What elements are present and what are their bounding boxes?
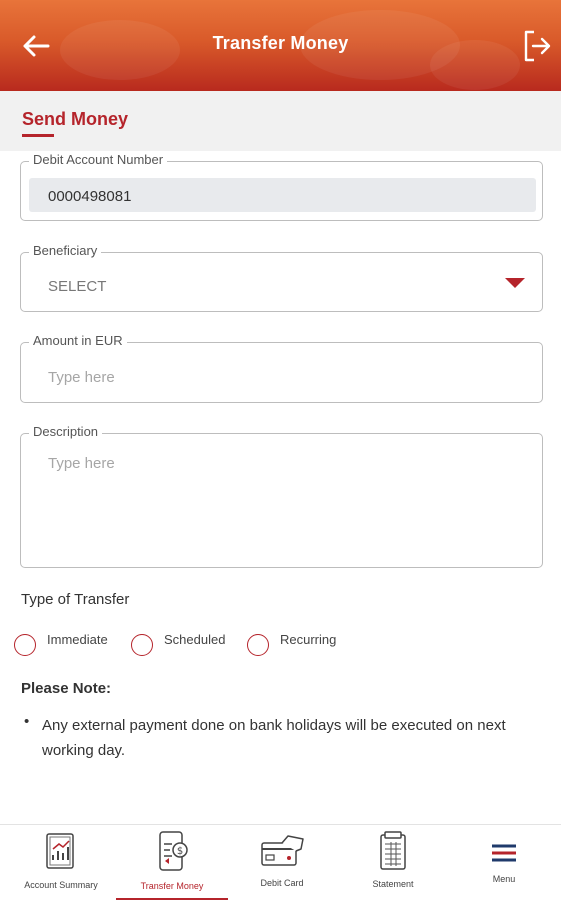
statement-icon	[380, 831, 406, 870]
dropdown-arrow-icon	[505, 278, 525, 288]
note-item: Any external payment done on bank holida…	[42, 717, 506, 759]
debit-account-value: 0000498081	[48, 188, 132, 205]
beneficiary-dropdown[interactable]: Beneficiary SELECT	[20, 243, 543, 312]
bottom-navigation: Account Summary $ Transfer Money Debit C…	[0, 824, 561, 900]
nav-label: Transfer Money	[140, 881, 204, 891]
nav-label: Statement	[372, 879, 414, 889]
radio-circle-icon[interactable]	[247, 634, 269, 656]
beneficiary-selected-value: SELECT	[48, 278, 107, 295]
tab-send-money[interactable]: Send Money	[22, 109, 128, 130]
nav-label: Menu	[492, 874, 516, 884]
account-summary-icon	[46, 833, 74, 869]
section-tab-bar: Send Money	[0, 91, 561, 151]
radio-scheduled-label: Scheduled	[164, 632, 226, 647]
radio-recurring-label: Recurring	[280, 632, 337, 647]
radio-recurring[interactable]: Recurring	[247, 630, 336, 658]
nav-debit-card[interactable]: Debit Card	[226, 825, 338, 900]
logout-icon	[524, 30, 551, 62]
active-tab-indicator	[22, 134, 54, 137]
bullet-icon: •	[24, 713, 30, 730]
logout-button[interactable]	[522, 29, 552, 63]
amount-placeholder: Type here	[48, 369, 115, 386]
description-placeholder: Type here	[48, 455, 115, 472]
nav-label: Debit Card	[260, 878, 304, 888]
radio-immediate[interactable]: Immediate	[14, 630, 108, 658]
beneficiary-label: Beneficiary	[29, 243, 102, 258]
page-title: Transfer Money	[212, 33, 349, 53]
debit-account-field[interactable]: Debit Account Number 0000498081	[20, 152, 543, 221]
amount-input[interactable]: Amount in EUR Type here	[20, 333, 543, 403]
note-heading: Please Note:	[21, 680, 112, 697]
nav-menu[interactable]: Menu	[448, 825, 560, 900]
description-label: Description	[29, 424, 103, 439]
debit-card-icon	[261, 835, 304, 866]
radio-scheduled[interactable]: Scheduled	[131, 630, 225, 658]
svg-text:$: $	[177, 846, 183, 857]
transfer-type-heading: Type of Transfer	[21, 591, 130, 608]
nav-statement[interactable]: Statement	[337, 825, 449, 900]
radio-circle-icon[interactable]	[14, 634, 36, 656]
transfer-money-icon: $	[159, 831, 188, 871]
app-header: Transfer Money	[0, 0, 561, 91]
hamburger-menu-icon	[492, 844, 516, 862]
description-textarea[interactable]: Description Type here	[20, 424, 543, 568]
amount-label: Amount in EUR	[29, 333, 127, 348]
nav-label: Account Summary	[24, 880, 98, 890]
radio-immediate-label: Immediate	[47, 632, 108, 647]
nav-transfer-money[interactable]: $ Transfer Money	[116, 825, 228, 900]
debit-account-label: Debit Account Number	[29, 152, 168, 167]
nav-account-summary[interactable]: Account Summary	[5, 825, 117, 900]
radio-circle-icon[interactable]	[131, 634, 153, 656]
